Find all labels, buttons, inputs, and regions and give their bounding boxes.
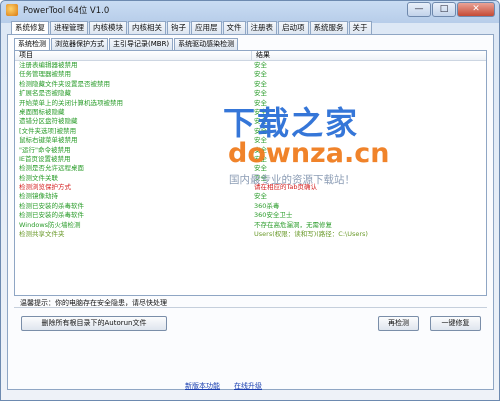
list-item-label: 检测浏览保护方式 — [19, 183, 71, 192]
list-item-label: 桌面图标被隐藏 — [19, 107, 65, 116]
list-item-label: 检测共享文件夹 — [19, 230, 65, 239]
list-item-label: [文件夹选项]被禁用 — [19, 126, 77, 135]
list-item[interactable]: Windows防火墙检测 不存在高危漏洞，无需修复 — [15, 221, 486, 230]
app-window: PowerTool 64位 V1.0 — □ ✕ 系统修复 进程管理 内核模块 … — [0, 0, 500, 401]
list-item-result: Users(权限：读和写)(路径：C:\Users) — [254, 230, 368, 239]
list-item[interactable]: 检测镜像劫持 安全 — [15, 192, 486, 201]
list-item-label: 检测隐藏文件夹设置是否被禁用 — [19, 79, 110, 88]
list-item[interactable]: 检测已安装的杀毒软件 360杀毒 — [15, 202, 486, 211]
list-item[interactable]: 检测隐藏文件夹设置是否被禁用 安全 — [15, 80, 486, 89]
delete-autorun-button[interactable]: 删除所有根目录下的Autorun文件 — [21, 316, 167, 331]
window-controls: — □ ✕ — [406, 2, 495, 17]
list-item[interactable]: 任务管理器被禁用 安全 — [15, 70, 486, 79]
list-item-label: 开始菜单上的关闭计算机选项被禁用 — [19, 98, 123, 107]
one-click-fix-button[interactable]: 一键修复 — [430, 316, 481, 331]
tab-system-services[interactable]: 系统服务 — [309, 21, 348, 34]
sub-tab-bar: 系统检测 浏览器保护方式 主引导记录(MBR) 系统驱动感染检测 — [14, 38, 239, 50]
tab-process-manager[interactable]: 进程管理 — [50, 21, 88, 34]
title-bar[interactable]: PowerTool 64位 V1.0 — □ ✕ — [1, 1, 499, 19]
column-header-result[interactable]: 结果 — [252, 51, 486, 60]
list-item-result: 安全 — [254, 61, 267, 69]
window-title: PowerTool 64位 V1.0 — [23, 6, 110, 16]
recheck-button[interactable]: 再检测 — [378, 316, 419, 331]
list-item-result: 安全 — [254, 192, 267, 201]
new-features-link[interactable]: 新版本功能 — [185, 381, 220, 391]
main-tab-bar: 系统修复 进程管理 内核模块 内核相关 钩子 应用层 文件 注册表 启动项 系统… — [11, 21, 373, 35]
watermark-url: downza.cn — [228, 138, 390, 169]
tab-about[interactable]: 关于 — [348, 21, 372, 34]
tab-startup[interactable]: 启动项 — [278, 21, 309, 34]
tab-system-repair[interactable]: 系统修复 — [11, 21, 49, 35]
list-item-label: 检测是否允许远程桌面 — [19, 164, 84, 173]
list-item-label: IE首页设置被禁用 — [19, 154, 71, 163]
subtab-system-check[interactable]: 系统检测 — [14, 38, 50, 50]
minimize-button[interactable]: — — [407, 2, 431, 17]
list-item-label: 鼠标右键菜单被禁用 — [19, 136, 78, 145]
list-item-label: 注册表编辑器被禁用 — [19, 61, 78, 69]
subtab-driver-infection[interactable]: 系统驱动感染检测 — [174, 38, 239, 50]
tab-application-layer[interactable]: 应用层 — [191, 21, 222, 34]
subtab-mbr[interactable]: 主引导记录(MBR) — [109, 38, 174, 50]
list-header: 项目 结果 — [15, 51, 486, 61]
list-item-result: 不存在高危漏洞，无需修复 — [254, 220, 332, 229]
close-button[interactable]: ✕ — [457, 2, 495, 17]
app-icon — [6, 4, 18, 16]
system-repair-panel: 系统检测 浏览器保护方式 主引导记录(MBR) 系统驱动感染检测 项目 结果 注… — [7, 34, 494, 390]
column-header-item[interactable]: 项目 — [15, 51, 252, 60]
list-item-result: 安全 — [254, 79, 267, 88]
tab-files[interactable]: 文件 — [222, 21, 246, 34]
list-item-label: 检测文件关联 — [19, 173, 58, 182]
online-upgrade-link[interactable]: 在线升级 — [234, 381, 262, 391]
tab-kernel-related[interactable]: 内核相关 — [128, 21, 166, 34]
list-item-label: "运行"命令被禁用 — [19, 145, 71, 154]
list-item-result: 安全 — [254, 70, 267, 79]
maximize-button[interactable]: □ — [432, 2, 456, 17]
list-item-label: 检测已安装的杀毒软件 — [19, 201, 84, 210]
list-item-label: Windows防火墙检测 — [19, 220, 81, 229]
list-item-label: 扩展名是否被隐藏 — [19, 89, 71, 98]
list-item-label: 遗错分区盘符被隐藏 — [19, 117, 78, 126]
watermark-slogan: 国内最专业的资源下载站！ — [229, 174, 355, 186]
tab-registry[interactable]: 注册表 — [246, 21, 277, 34]
list-item-label: 检测镜像劫持 — [19, 192, 58, 201]
subtab-browser-protection[interactable]: 浏览器保护方式 — [51, 38, 108, 50]
divider — [14, 307, 487, 308]
list-item-label: 检测已安装的杀毒软件 — [19, 211, 84, 220]
list-item-label: 任务管理器被禁用 — [19, 70, 71, 79]
list-item-result: 360安全卫士 — [254, 211, 293, 220]
list-item[interactable]: 检测共享文件夹 Users(权限：读和写)(路径：C:\Users) — [15, 230, 486, 239]
list-item[interactable]: 检测已安装的杀毒软件 360安全卫士 — [15, 211, 486, 220]
tab-kernel-modules[interactable]: 内核模块 — [89, 21, 127, 34]
tab-hooks[interactable]: 钩子 — [167, 21, 190, 34]
list-item-result: 360杀毒 — [254, 201, 280, 210]
list-item[interactable]: 注册表编辑器被禁用 安全 — [15, 61, 486, 70]
